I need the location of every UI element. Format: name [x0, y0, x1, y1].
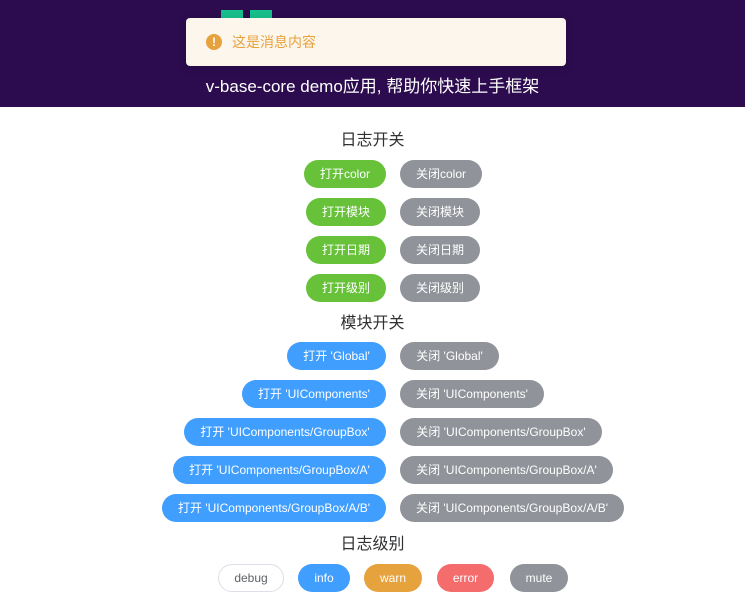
disable-level-button[interactable]: 关闭级别	[400, 274, 480, 302]
level-warn-button[interactable]: warn	[364, 564, 422, 592]
enable-groupbox-a-button[interactable]: 打开 'UIComponents/GroupBox/A'	[173, 456, 386, 484]
disable-uicomponents-button[interactable]: 关闭 'UIComponents'	[400, 380, 544, 408]
disable-date-button[interactable]: 关闭日期	[400, 236, 480, 264]
enable-groupbox-button[interactable]: 打开 'UIComponents/GroupBox'	[184, 418, 386, 446]
enable-module-button[interactable]: 打开模块	[306, 198, 386, 226]
enable-groupbox-a-b-button[interactable]: 打开 'UIComponents/GroupBox/A/B'	[162, 494, 386, 522]
module-switch-title: 模块开关	[340, 315, 405, 332]
log-switch-title: 日志开关	[340, 132, 405, 149]
disable-groupbox-a-button[interactable]: 关闭 'UIComponents/GroupBox/A'	[400, 456, 613, 484]
message-toast: ! 这是消息内容	[186, 18, 566, 66]
warning-icon: !	[206, 34, 222, 50]
header-subtitle: v-base-core demo应用, 帮助你快速上手框架	[205, 77, 540, 96]
level-info-button[interactable]: info	[298, 564, 350, 592]
level-error-button[interactable]: error	[437, 564, 494, 592]
log-level-title: 日志级别	[340, 536, 405, 553]
enable-uicomponents-button[interactable]: 打开 'UIComponents'	[242, 380, 386, 408]
disable-module-button[interactable]: 关闭模块	[400, 198, 480, 226]
enable-date-button[interactable]: 打开日期	[306, 236, 386, 264]
enable-global-button[interactable]: 打开 'Global'	[287, 342, 386, 370]
disable-color-button[interactable]: 关闭color	[400, 160, 482, 188]
enable-color-button[interactable]: 打开color	[304, 160, 386, 188]
enable-level-button[interactable]: 打开级别	[306, 274, 386, 302]
disable-groupbox-a-b-button[interactable]: 关闭 'UIComponents/GroupBox/A/B'	[400, 494, 624, 522]
toast-message: 这是消息内容	[232, 34, 316, 50]
level-mute-button[interactable]: mute	[510, 564, 568, 592]
disable-global-button[interactable]: 关闭 'Global'	[400, 342, 499, 370]
level-debug-button[interactable]: debug	[218, 564, 284, 592]
disable-groupbox-button[interactable]: 关闭 'UIComponents/GroupBox'	[400, 418, 602, 446]
